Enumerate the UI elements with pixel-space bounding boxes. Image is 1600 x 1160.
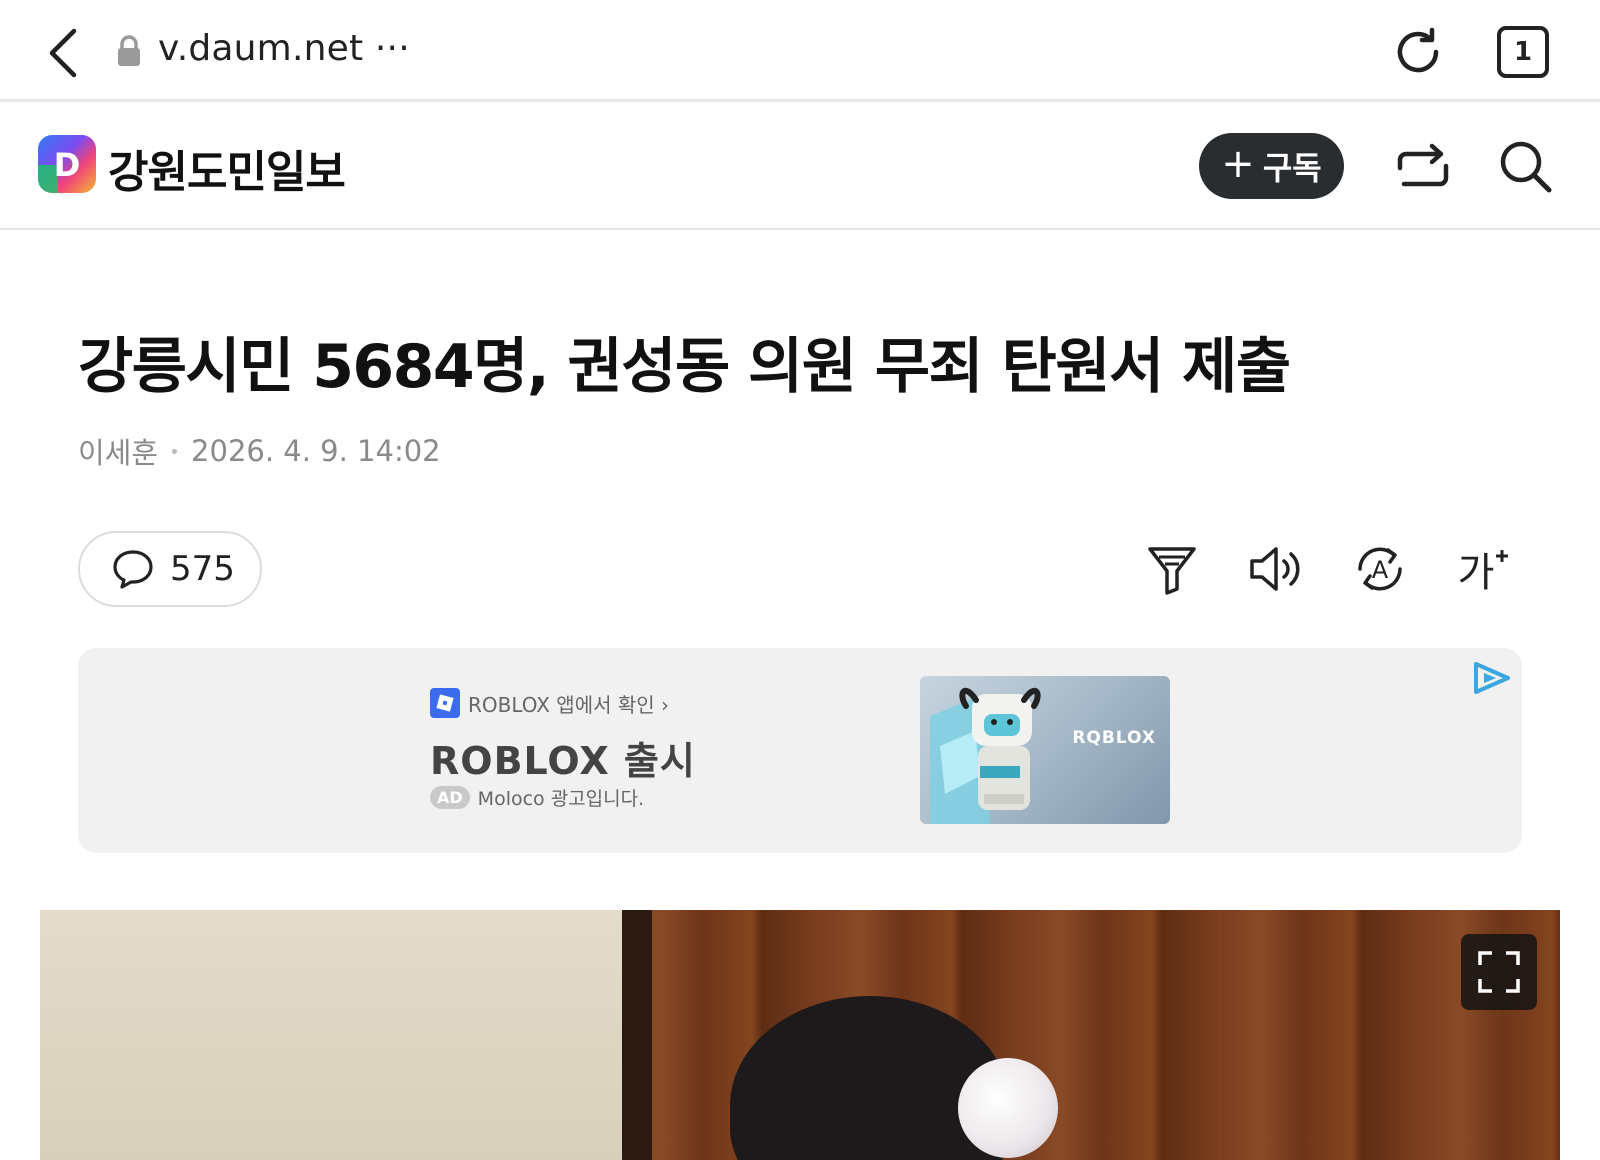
- ad-image-brand: RQBLOX: [1072, 728, 1156, 748]
- read-aloud-button[interactable]: [1245, 537, 1309, 601]
- svg-text:D: D: [54, 146, 81, 184]
- site-header: D 강원도민일보 + 구독: [0, 102, 1600, 230]
- lock-icon: [118, 35, 140, 66]
- ad-disclosure: AD Moloco 광고입니다.: [430, 784, 644, 811]
- font-size-button[interactable]: 가: [1452, 537, 1516, 601]
- ad-source-text: ROBLOX 앱에서 확인 ›: [468, 692, 670, 717]
- font-size-label: 가: [1457, 550, 1495, 596]
- address-bar-url[interactable]: v.daum.net ···: [158, 28, 410, 69]
- translate-button[interactable]: A: [1348, 537, 1412, 601]
- article-byline: 이세훈 2026. 4. 9. 14:02: [78, 430, 441, 472]
- chevron-left-icon: [49, 28, 77, 78]
- filter-icon: [1148, 547, 1196, 595]
- ad-image[interactable]: RQBLOX: [920, 676, 1170, 824]
- author-name[interactable]: 이세훈: [78, 430, 158, 472]
- roblox-app-icon: [430, 688, 460, 718]
- search-icon: [1500, 141, 1552, 193]
- tab-count-button[interactable]: 1: [1497, 26, 1549, 78]
- plus-icon: +: [1221, 141, 1255, 187]
- reload-icon: [1397, 27, 1439, 73]
- back-button[interactable]: [42, 26, 82, 80]
- speaker-icon: [1250, 547, 1300, 591]
- ad-disclosure-text: Moloco 광고입니다.: [477, 788, 645, 810]
- translate-icon: A: [1358, 547, 1402, 591]
- comment-count: 575: [170, 549, 235, 589]
- summary-filter-button[interactable]: [1140, 537, 1204, 601]
- roblox-character-image: [930, 687, 1041, 824]
- ad-banner[interactable]: ROBLOX 앱에서 확인 › ROBLOX 출시 AD Moloco 광고입니…: [78, 648, 1522, 853]
- site-name[interactable]: 강원도민일보: [108, 136, 346, 200]
- expand-photo-button[interactable]: [1461, 934, 1537, 1010]
- photo-door-edge: [622, 910, 652, 1160]
- ad-headline: ROBLOX 출시: [430, 739, 696, 783]
- share-button[interactable]: [1394, 138, 1452, 196]
- comment-bubble-icon: [113, 550, 153, 589]
- svg-text:A: A: [1372, 556, 1389, 584]
- separator-dot: [172, 448, 178, 454]
- tab-count: 1: [1513, 37, 1533, 67]
- adchoices-icon[interactable]: [1472, 660, 1512, 696]
- browser-toolbar: v.daum.net ··· 1: [0, 0, 1600, 102]
- photo-wall-region: [40, 910, 622, 1160]
- reload-button[interactable]: [1390, 24, 1446, 80]
- article-title: 강릉시민 5684명, 권성동 의원 무죄 탄원서 제출: [78, 332, 1291, 402]
- article-photo[interactable]: [40, 910, 1560, 1160]
- fullscreen-icon: [1478, 951, 1520, 993]
- comment-button[interactable]: 575: [78, 531, 262, 607]
- subscribe-label: 구독: [1262, 149, 1322, 187]
- search-button[interactable]: [1497, 138, 1555, 196]
- ad-source-link[interactable]: ROBLOX 앱에서 확인 ›: [430, 688, 669, 718]
- subscribe-button[interactable]: + 구독: [1199, 133, 1344, 199]
- photo-fluffy-object: [958, 1058, 1058, 1158]
- ad-badge: AD: [430, 786, 470, 809]
- plus-icon: [1496, 550, 1509, 562]
- share-icon: [1397, 143, 1449, 187]
- publish-datetime: 2026. 4. 9. 14:02: [191, 434, 441, 468]
- daum-logo-icon[interactable]: D: [38, 135, 96, 193]
